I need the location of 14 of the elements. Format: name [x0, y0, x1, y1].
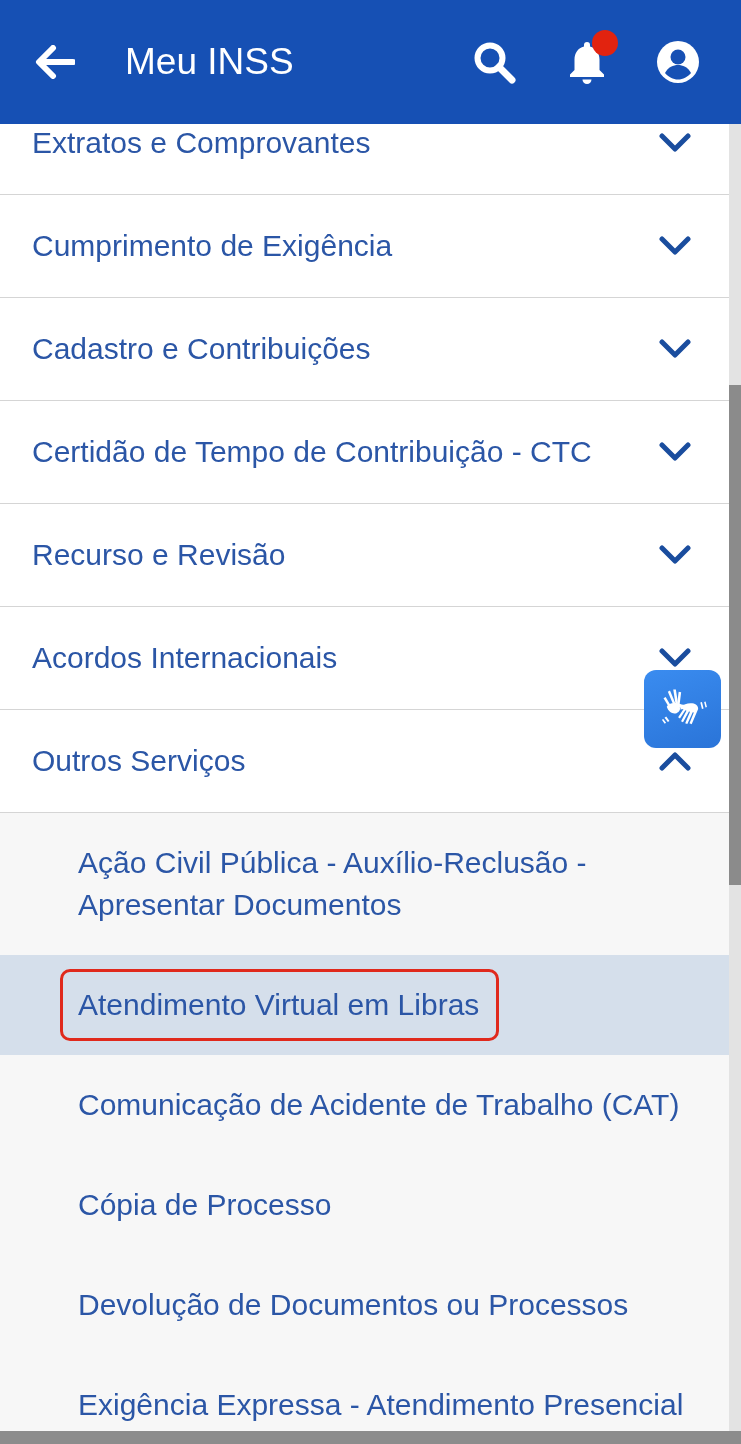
account-icon[interactable]	[657, 41, 699, 83]
search-icon[interactable]	[473, 40, 516, 84]
submenu-item[interactable]: Comunicação de Acidente de Trabalho (CAT)	[0, 1055, 729, 1155]
highlight-frame: Atendimento Virtual em Libras	[60, 969, 500, 1041]
sign-language-button[interactable]	[644, 670, 721, 748]
scrollbar-thumb[interactable]	[729, 385, 741, 885]
submenu-item[interactable]: Devolução de Documentos ou Processos	[0, 1255, 729, 1355]
submenu-item[interactable]: Ação Civil Pública - Auxílio-Reclusão - Apresentar Documentos	[0, 813, 729, 955]
submenu-item[interactable]: Exigência Expressa - Atendimento Presencial	[0, 1355, 729, 1431]
back-arrow-icon[interactable]	[35, 45, 75, 79]
bell-icon[interactable]	[567, 39, 607, 85]
submenu-item[interactable]: Cópia de Processo	[0, 1155, 729, 1255]
submenu-item[interactable]: Atendimento Virtual em Libras	[0, 955, 729, 1055]
app-title: Meu INSS	[125, 40, 295, 84]
